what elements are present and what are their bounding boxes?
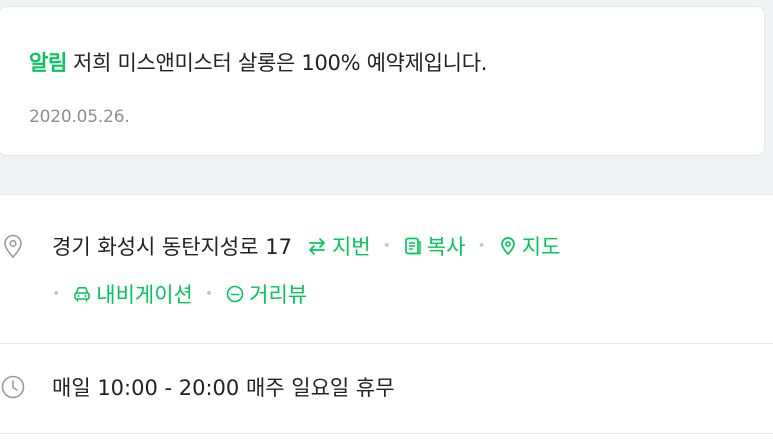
map-pin-icon — [500, 237, 515, 256]
clock-icon — [1, 375, 25, 399]
notice-date: 2020.05.26. — [29, 107, 130, 127]
location-pin-icon — [4, 234, 22, 259]
address-actions-line: • 내비게이션 • 거리뷰 — [52, 279, 307, 309]
address-text: 경기 화성시 동탄지성로 17 — [52, 235, 292, 259]
notice-line: 알림 저희 미스앤미스터 살롱은 100% 예약제입니다. — [29, 47, 487, 77]
street-view-button[interactable]: 거리뷰 — [225, 279, 307, 309]
place-info-panel: 경기 화성시 동탄지성로 17 지번 • 복사 • 지도 • 내비게이션 • 거… — [0, 194, 773, 440]
lot-number-button[interactable]: 지번 — [306, 231, 371, 261]
address-line: 경기 화성시 동탄지성로 17 지번 • 복사 • 지도 — [52, 231, 560, 261]
notice-card: 알림 저희 미스앤미스터 살롱은 100% 예약제입니다. 2020.05.26. — [0, 6, 765, 156]
business-hours-row: 매일 10:00 - 20:00 매주 일요일 휴무 — [0, 344, 773, 433]
separator-dot: • — [477, 238, 486, 254]
notice-tag: 알림 — [29, 51, 68, 75]
divider — [0, 433, 773, 434]
copy-button[interactable]: 복사 — [403, 231, 466, 261]
car-icon — [74, 287, 91, 302]
map-label: 지도 — [521, 235, 561, 259]
street-view-label: 거리뷰 — [249, 283, 308, 307]
separator-dot: • — [382, 238, 391, 254]
navigation-label: 내비게이션 — [96, 283, 193, 307]
address-row: 경기 화성시 동탄지성로 17 지번 • 복사 • 지도 • 내비게이션 • 거… — [0, 195, 773, 343]
copy-label: 복사 — [426, 235, 466, 259]
separator-dot: • — [52, 286, 61, 302]
business-hours-text: 매일 10:00 - 20:00 매주 일요일 휴무 — [52, 376, 395, 400]
lot-number-label: 지번 — [331, 235, 371, 259]
copy-icon — [405, 237, 421, 255]
notice-text: 저희 미스앤미스터 살롱은 100% 예약제입니다. — [73, 51, 488, 75]
map-button[interactable]: 지도 — [498, 231, 561, 261]
swap-arrows-icon — [309, 238, 325, 255]
street-view-icon — [226, 285, 244, 303]
separator-dot: • — [204, 286, 214, 302]
navigation-button[interactable]: 내비게이션 — [72, 279, 193, 309]
